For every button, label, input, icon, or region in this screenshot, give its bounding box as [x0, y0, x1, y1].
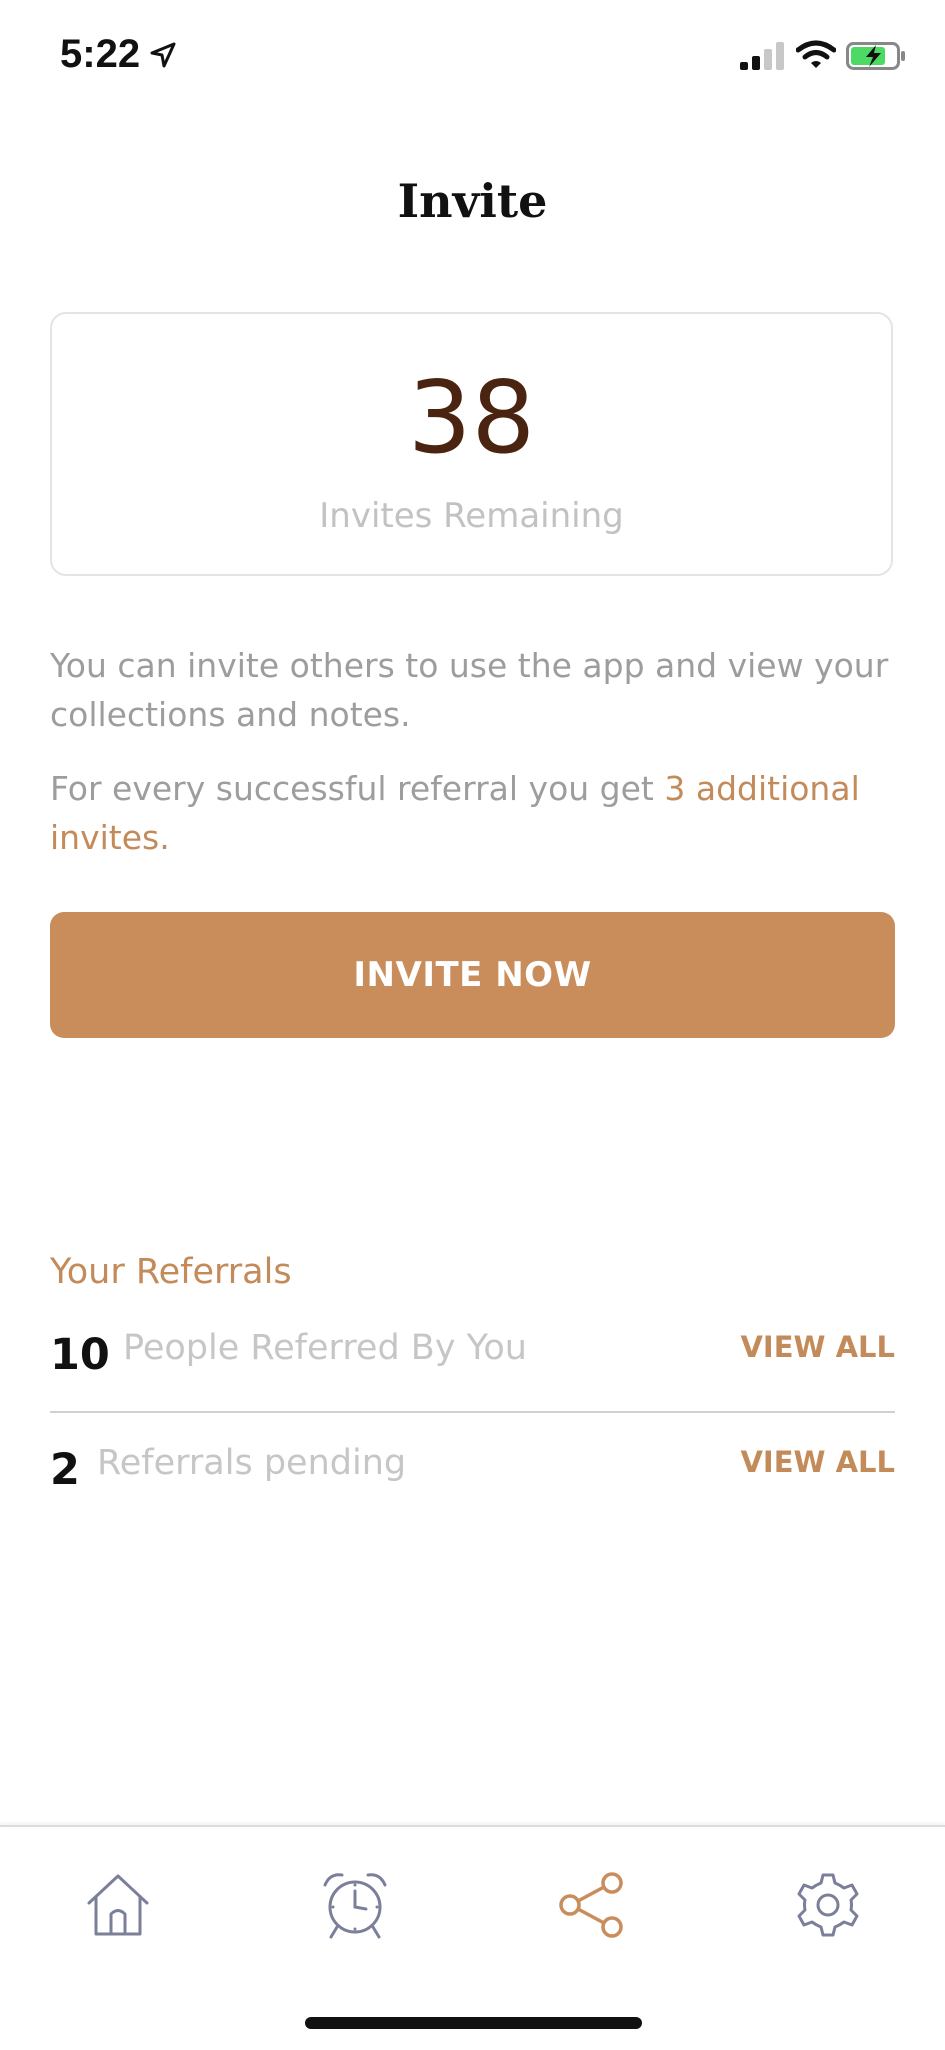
view-all-pending-button[interactable]: VIEW ALL [740, 1445, 895, 1479]
location-arrow-icon [150, 42, 176, 72]
invites-remaining-card: 38 Invites Remaining [50, 312, 893, 576]
invite-now-button[interactable]: INVITE NOW [50, 912, 895, 1038]
tab-home[interactable] [68, 1857, 168, 1957]
invite-description: You can invite others to use the app and… [50, 646, 889, 734]
referrals-heading: Your Referrals [50, 1252, 292, 1292]
invites-remaining-count: 38 [407, 359, 536, 476]
share-icon [556, 1869, 628, 1945]
home-indicator [305, 2017, 642, 2029]
tab-reminders[interactable] [305, 1857, 405, 1957]
referral-bonus-text: For every successful referral you get [50, 769, 665, 808]
pending-count: 2 [50, 1445, 80, 1495]
referred-count: 10 [50, 1330, 110, 1380]
cellular-signal-icon [740, 42, 784, 74]
status-time: 5:22 [60, 32, 141, 76]
view-all-referred-button[interactable]: VIEW ALL [740, 1330, 895, 1364]
referrals-row-pending: 2 Referrals pending VIEW ALL [50, 1431, 895, 1511]
referrals-row-referred: 10 People Referred By You VIEW ALL [50, 1316, 895, 1396]
referrals-divider [50, 1411, 895, 1413]
tab-invite[interactable] [542, 1857, 642, 1957]
invites-remaining-label: Invites Remaining [319, 496, 624, 536]
battery-charging-icon [846, 42, 906, 74]
referral-bonus-description: For every successful referral you get 3 … [50, 764, 895, 862]
home-icon [83, 1870, 153, 1944]
gear-icon [793, 1870, 863, 1944]
wifi-icon [795, 40, 837, 74]
referred-label: People Referred By You [123, 1328, 527, 1368]
pending-label: Referrals pending [97, 1443, 407, 1483]
status-bar: 5:22 [0, 0, 945, 110]
page-title: Invite [397, 174, 548, 228]
tab-settings[interactable] [778, 1857, 878, 1957]
alarm-clock-icon [320, 1869, 390, 1945]
bottom-tab-bar [0, 1825, 945, 2050]
